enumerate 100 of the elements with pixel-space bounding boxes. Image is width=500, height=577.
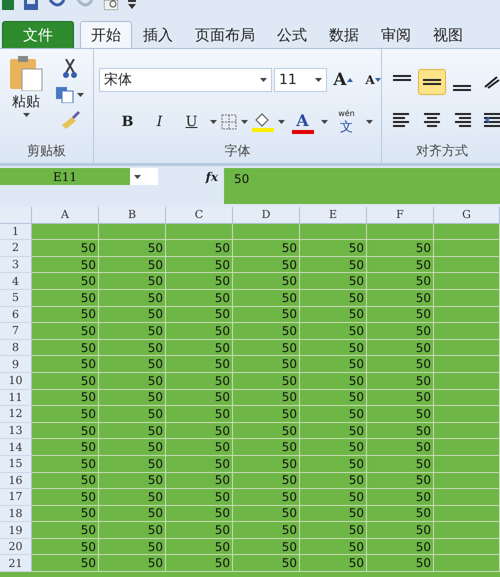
cell[interactable]: 50 (166, 506, 233, 522)
cell[interactable]: 50 (300, 472, 367, 490)
cell[interactable]: 50 (367, 422, 434, 440)
cell[interactable]: 50 (166, 372, 233, 390)
cell[interactable] (434, 372, 500, 390)
cell[interactable]: 50 (233, 538, 300, 556)
cell[interactable]: 50 (32, 372, 99, 390)
insert-function-button[interactable]: fx (206, 170, 218, 184)
cell[interactable]: 50 (166, 422, 233, 440)
cell[interactable]: 50 (233, 555, 300, 572)
cell[interactable]: 50 (32, 290, 99, 307)
row-header[interactable]: 7 (0, 323, 32, 340)
cell[interactable]: 50 (32, 522, 99, 539)
cell[interactable]: 50 (300, 522, 367, 539)
cell[interactable]: 50 (32, 456, 99, 472)
cell[interactable]: 50 (233, 290, 300, 307)
name-box[interactable]: E11 (0, 168, 130, 185)
cell[interactable]: 50 (367, 356, 434, 373)
column-header[interactable]: C (166, 207, 233, 224)
row-header[interactable]: 9 (0, 356, 32, 373)
cell[interactable]: 50 (99, 489, 166, 506)
cell[interactable]: 50 (99, 422, 166, 440)
cell[interactable] (434, 340, 500, 356)
cell[interactable]: 50 (367, 372, 434, 390)
cell[interactable]: 50 (233, 372, 300, 390)
alignment-button[interactable] (418, 69, 446, 95)
cell[interactable]: 50 (32, 472, 99, 490)
font-color-button[interactable]: A (288, 108, 316, 136)
cell[interactable]: 50 (300, 489, 367, 506)
app-icon[interactable] (2, 0, 14, 10)
cell[interactable] (300, 224, 367, 240)
row-header[interactable]: 11 (0, 390, 32, 406)
row-header[interactable]: 17 (0, 489, 32, 506)
cell[interactable]: 50 (300, 323, 367, 340)
cell[interactable]: 50 (32, 555, 99, 572)
cell[interactable]: 50 (300, 390, 367, 406)
row-header[interactable]: 10 (0, 372, 32, 390)
cell[interactable]: 50 (300, 372, 367, 390)
cell[interactable]: 50 (367, 390, 434, 406)
cell[interactable] (434, 422, 500, 440)
cell[interactable]: 50 (32, 406, 99, 423)
cell[interactable] (434, 472, 500, 490)
ribbon-tab[interactable]: 审阅 (370, 21, 422, 48)
cell[interactable]: 50 (367, 538, 434, 556)
cell[interactable]: 50 (99, 538, 166, 556)
cell[interactable]: 50 (233, 356, 300, 373)
cell[interactable]: 50 (233, 489, 300, 506)
cell[interactable]: 50 (367, 306, 434, 324)
row-header[interactable]: 8 (0, 340, 32, 356)
cell[interactable]: 50 (166, 290, 233, 307)
cell[interactable]: 50 (166, 273, 233, 290)
cell[interactable]: 50 (300, 356, 367, 373)
bold-button[interactable]: B (114, 109, 142, 135)
cell[interactable]: 50 (367, 290, 434, 307)
row-header[interactable]: 12 (0, 406, 32, 423)
cell[interactable]: 50 (300, 506, 367, 522)
cell[interactable]: 50 (367, 439, 434, 456)
cell[interactable]: 50 (233, 472, 300, 490)
row-header[interactable]: 16 (0, 472, 32, 490)
cell[interactable]: 50 (99, 340, 166, 356)
cell[interactable]: 50 (300, 456, 367, 472)
cell[interactable]: 50 (300, 555, 367, 572)
column-header[interactable]: B (99, 207, 166, 224)
cut-icon[interactable] (62, 59, 78, 79)
cell[interactable]: 50 (32, 422, 99, 440)
cell[interactable]: 50 (233, 340, 300, 356)
row-header[interactable]: 14 (0, 439, 32, 456)
row-header[interactable]: 3 (0, 256, 32, 274)
cell[interactable] (434, 290, 500, 307)
row-header[interactable]: 15 (0, 456, 32, 472)
cell[interactable]: 50 (367, 340, 434, 356)
cell[interactable] (434, 456, 500, 472)
cell[interactable]: 50 (32, 506, 99, 522)
row-header[interactable]: 21 (0, 555, 32, 572)
borders-icon[interactable] (220, 114, 236, 130)
cell[interactable]: 50 (166, 340, 233, 356)
cell[interactable] (233, 224, 300, 240)
cell[interactable]: 50 (233, 256, 300, 274)
ribbon-tab[interactable]: 公式 (266, 21, 318, 48)
grow-font-button[interactable]: A (329, 67, 357, 93)
cell[interactable]: 50 (166, 472, 233, 490)
column-header[interactable]: F (367, 207, 434, 224)
cell[interactable]: 50 (233, 390, 300, 406)
cell[interactable]: 50 (99, 356, 166, 373)
cell[interactable]: 50 (166, 306, 233, 324)
column-header[interactable]: E (300, 207, 367, 224)
cell[interactable]: 50 (367, 522, 434, 539)
cell[interactable]: 50 (99, 306, 166, 324)
cell[interactable]: 50 (99, 273, 166, 290)
copy-icon[interactable] (56, 87, 74, 103)
cell[interactable] (434, 273, 500, 290)
cell[interactable] (434, 439, 500, 456)
cell[interactable]: 50 (300, 422, 367, 440)
cell[interactable] (434, 489, 500, 506)
cell[interactable]: 50 (166, 323, 233, 340)
cell[interactable]: 50 (233, 273, 300, 290)
row-header[interactable]: 20 (0, 538, 32, 556)
cell[interactable]: 50 (99, 456, 166, 472)
cell[interactable]: 50 (166, 489, 233, 506)
cell[interactable] (32, 224, 99, 240)
